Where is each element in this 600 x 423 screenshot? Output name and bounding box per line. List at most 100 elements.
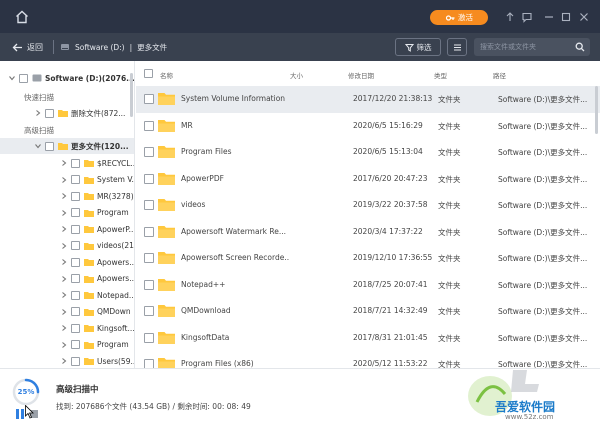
chevron-right-icon[interactable] xyxy=(60,291,68,299)
checkbox[interactable] xyxy=(71,323,80,333)
chevron-right-icon[interactable] xyxy=(60,275,68,283)
back-button[interactable]: 返回 xyxy=(12,40,43,54)
folder-icon xyxy=(158,331,175,344)
row-checkbox[interactable] xyxy=(144,306,154,316)
tree-item[interactable]: Kingsoft... xyxy=(0,320,134,336)
folder-icon xyxy=(84,242,94,250)
row-checkbox[interactable] xyxy=(144,147,154,157)
home-icon[interactable] xyxy=(14,9,30,25)
breadcrumb-current[interactable]: 更多文件 xyxy=(137,42,167,53)
checkbox[interactable] xyxy=(45,108,54,118)
chevron-right-icon[interactable] xyxy=(60,258,68,266)
tree-item[interactable]: MR(3278) xyxy=(0,188,134,204)
view-menu-button[interactable] xyxy=(447,38,467,56)
chevron-right-icon[interactable] xyxy=(60,308,68,316)
tree-item[interactable]: $RECYCL... xyxy=(0,155,134,171)
checkbox[interactable] xyxy=(71,340,80,349)
activate-button[interactable]: 激活 xyxy=(430,10,488,25)
tree-item[interactable]: Users(59... xyxy=(0,353,134,368)
upgrade-icon[interactable] xyxy=(503,10,517,24)
chevron-right-icon[interactable] xyxy=(60,242,68,250)
file-type: 文件夹 xyxy=(438,333,461,343)
chevron-right-icon[interactable] xyxy=(60,209,68,217)
file-row[interactable]: Program Files 2020/6/5 15:13:04 文件夹 Softwar… xyxy=(136,139,600,166)
tree-item[interactable]: ApowerP... xyxy=(0,221,134,237)
file-row[interactable]: ApowerPDF 2017/6/20 20:47:23 文件夹 Software (… xyxy=(136,166,600,193)
checkbox[interactable] xyxy=(71,224,80,234)
minimize-icon[interactable] xyxy=(542,10,556,24)
chevron-right-icon[interactable] xyxy=(60,159,68,167)
tree-item[interactable]: Apowers... xyxy=(0,254,134,270)
file-row[interactable]: System Volume Information 2017/12/20 21:3… xyxy=(136,86,600,113)
row-checkbox[interactable] xyxy=(144,279,154,290)
tree-item-more-files[interactable]: 更多文件(120... xyxy=(0,138,134,154)
checkbox[interactable] xyxy=(71,175,80,184)
file-row[interactable]: videos 2019/3/22 20:37:58 文件夹 Software (D:)… xyxy=(136,192,600,219)
chevron-right-icon[interactable] xyxy=(60,176,68,184)
checkbox[interactable] xyxy=(71,274,80,283)
file-row[interactable]: Notepad++ 2018/7/25 20:07:41 文件夹 Software (… xyxy=(136,272,600,299)
tree-item[interactable]: QMDown xyxy=(0,304,134,320)
checkbox[interactable] xyxy=(71,356,80,366)
column-type[interactable]: 类型 xyxy=(434,70,447,80)
tree-item[interactable]: Apowers... xyxy=(0,271,134,287)
checkbox[interactable] xyxy=(71,191,80,201)
column-modified[interactable]: 修改日期 xyxy=(348,70,374,80)
column-name[interactable]: 名称 xyxy=(160,70,173,80)
checkbox[interactable] xyxy=(71,257,80,267)
checkbox[interactable] xyxy=(71,307,80,316)
chat-icon[interactable] xyxy=(520,10,534,24)
search-icon[interactable] xyxy=(575,42,585,52)
maximize-icon[interactable] xyxy=(559,10,573,24)
checkbox[interactable] xyxy=(71,241,80,250)
tree-item[interactable]: Notepad... xyxy=(0,287,134,303)
file-path: Software (D:)\更多文件... xyxy=(498,95,588,104)
folder-icon xyxy=(158,119,175,132)
file-row[interactable]: QMDownload 2018/7/21 14:32:49 文件夹 Software … xyxy=(136,298,600,325)
chevron-right-icon[interactable] xyxy=(60,192,68,200)
column-size[interactable]: 大小 xyxy=(290,70,303,80)
chevron-right-icon[interactable] xyxy=(60,225,68,233)
chevron-right-icon[interactable] xyxy=(60,357,68,365)
breadcrumb-drive[interactable]: Software (D:) xyxy=(75,43,125,52)
checkbox[interactable] xyxy=(19,73,28,83)
row-checkbox[interactable] xyxy=(144,173,154,184)
file-name: System Volume Information xyxy=(181,94,286,103)
row-checkbox[interactable] xyxy=(144,226,154,237)
select-all-checkbox[interactable] xyxy=(144,69,153,78)
column-path[interactable]: 路径 xyxy=(493,70,506,80)
tree-item-deleted-files[interactable]: 删除文件(872... xyxy=(0,105,134,121)
file-row[interactable]: Apowersoft Watermark Re... 2020/3/4 17:37… xyxy=(136,219,600,246)
tree-item[interactable]: System V... xyxy=(0,172,134,188)
row-checkbox[interactable] xyxy=(144,200,154,210)
chevron-down-icon[interactable] xyxy=(8,74,16,82)
row-checkbox[interactable] xyxy=(144,120,154,131)
file-row[interactable]: Apowersoft Screen Recorde... 2019/12/10 1… xyxy=(136,245,600,272)
folder-icon xyxy=(84,193,94,200)
row-checkbox[interactable] xyxy=(144,359,154,368)
search-box xyxy=(474,38,590,56)
tree-item[interactable]: Program xyxy=(0,337,134,353)
row-checkbox[interactable] xyxy=(144,332,154,343)
file-row[interactable]: KingsoftData 2017/8/31 21:01:45 文件夹 Softwar… xyxy=(136,325,600,352)
list-scrollbar[interactable] xyxy=(595,86,598,134)
search-input[interactable] xyxy=(480,41,570,53)
sidebar-scrollbar[interactable] xyxy=(130,73,133,117)
tree-item[interactable]: videos(21 xyxy=(0,238,134,254)
chevron-right-icon[interactable] xyxy=(34,109,42,117)
checkbox[interactable] xyxy=(45,141,54,151)
row-checkbox[interactable] xyxy=(144,94,154,104)
row-checkbox[interactable] xyxy=(144,253,154,263)
file-row[interactable]: MR 2020/6/5 15:16:29 文件夹 Software (D:)\更多文件… xyxy=(136,113,600,140)
checkbox[interactable] xyxy=(71,208,80,217)
tree-root-drive[interactable]: Software (D:)(2076... xyxy=(0,70,134,86)
chevron-right-icon[interactable] xyxy=(60,324,68,332)
chevron-down-icon[interactable] xyxy=(34,142,42,150)
checkbox[interactable] xyxy=(71,290,80,300)
close-icon[interactable] xyxy=(577,10,591,24)
tree-item[interactable]: Program xyxy=(0,205,134,221)
checkbox[interactable] xyxy=(71,158,80,168)
watermark-url: www.52z.com xyxy=(505,413,554,421)
chevron-right-icon[interactable] xyxy=(60,341,68,349)
filter-button[interactable]: 筛选 xyxy=(395,38,441,56)
